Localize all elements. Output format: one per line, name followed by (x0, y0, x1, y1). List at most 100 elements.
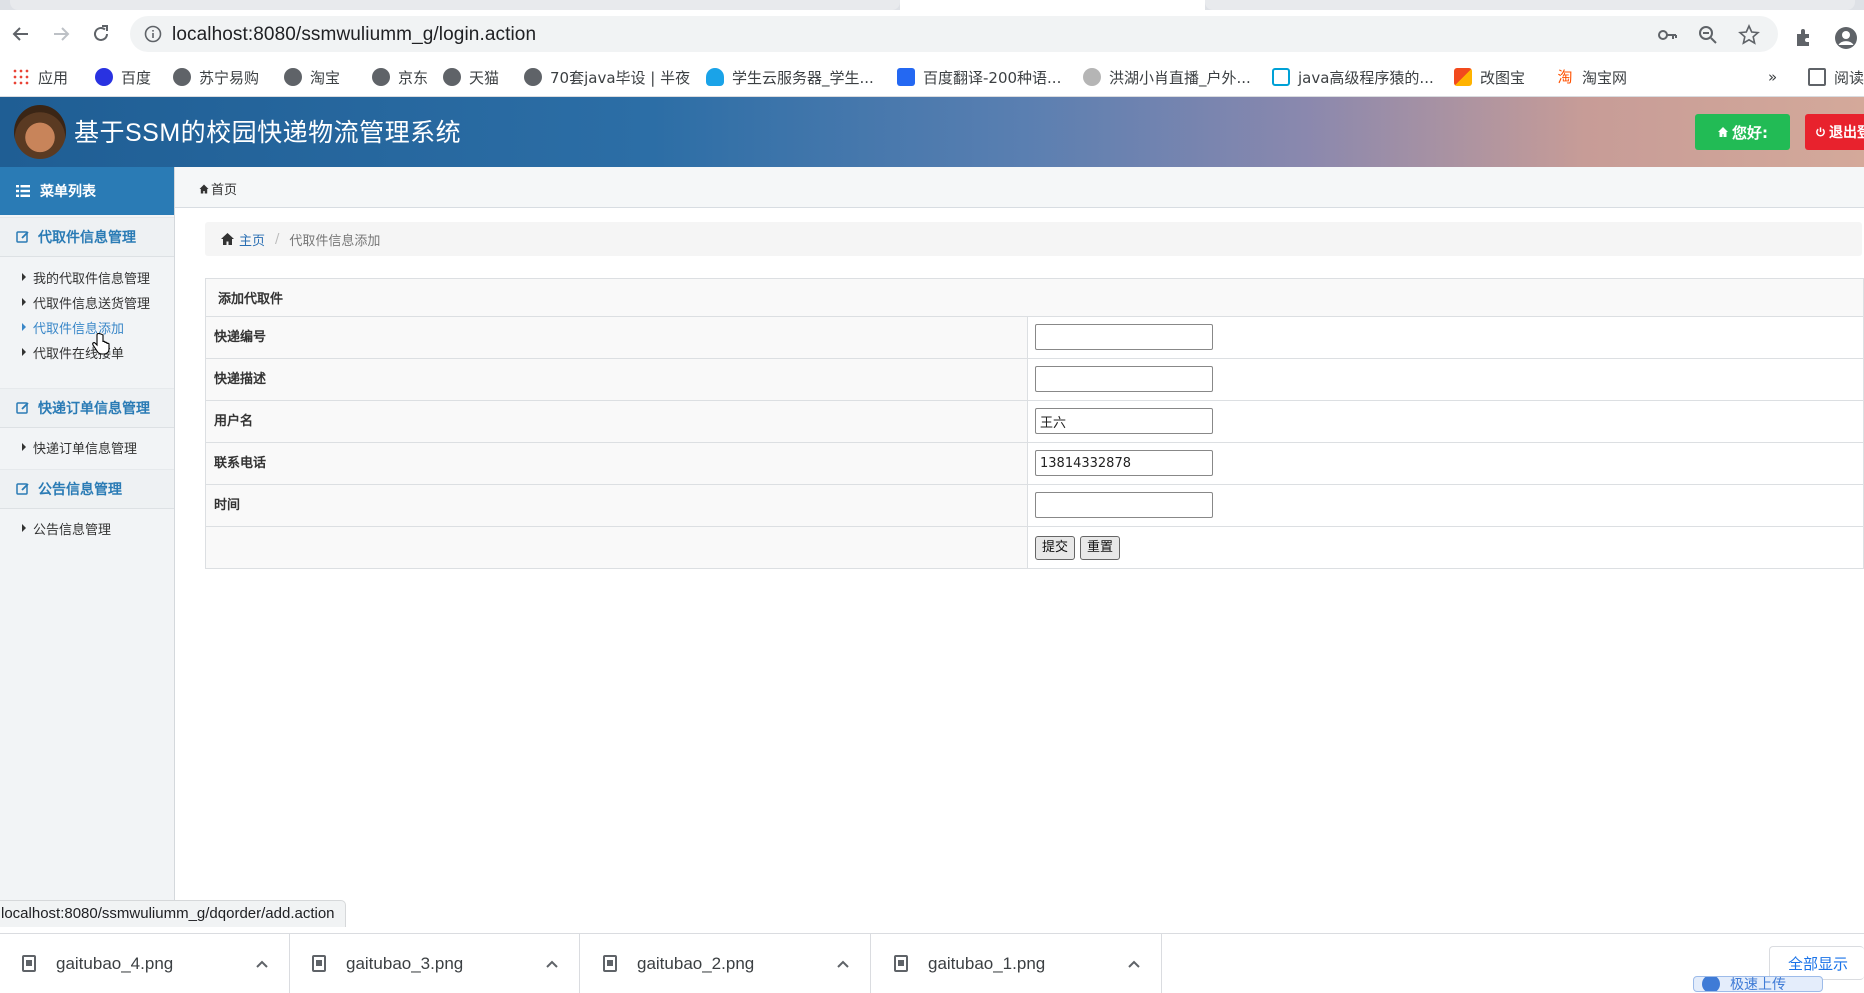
link-status-bar: localhost:8080/ssmwuliumm_g/dqorder/add.… (0, 900, 346, 927)
tracking-no-input[interactable] (1035, 324, 1213, 350)
show-all-downloads-button[interactable]: 全部显示 (1769, 946, 1864, 980)
bookmark-gaitubao[interactable]: 改图宝 (1454, 66, 1525, 88)
globe-icon (284, 68, 302, 86)
bookmark-star-icon[interactable] (1738, 24, 1760, 46)
user-greeting-button[interactable]: 您好: (1695, 114, 1790, 150)
logout-button[interactable]: 退出登录 (1805, 114, 1864, 150)
list-icon (16, 185, 30, 197)
more-bookmarks-button[interactable]: » (1768, 66, 1777, 88)
field-label-username: 用户名 (205, 400, 1028, 443)
bilibili-icon (1272, 68, 1290, 86)
bookmark-honghu-live[interactable]: 洪湖小肖直播_户外... (1083, 66, 1251, 88)
bookmark-taobao[interactable]: 淘宝 (284, 66, 340, 88)
bird-icon (1083, 68, 1101, 86)
taobao-icon: 淘 (1556, 68, 1574, 86)
app-logo (14, 105, 66, 159)
app-title: 基于SSM的校园快递物流管理系统 (74, 119, 462, 147)
sidebar-group-notices[interactable]: 公告信息管理 (0, 469, 174, 509)
browser-tab[interactable] (1205, 0, 1855, 10)
bookmark-tmall[interactable]: 天猫 (443, 66, 499, 88)
home-icon (199, 184, 209, 193)
app-header: 基于SSM的校园快递物流管理系统 您好: 退出登录 (0, 97, 1864, 167)
form-title: 添加代取件 (205, 278, 1864, 317)
time-input[interactable] (1035, 492, 1213, 518)
field-label-phone: 联系电话 (205, 442, 1028, 485)
back-button[interactable] (7, 20, 35, 48)
bookmark-student-cloud[interactable]: 学生云服务器_学生... (706, 66, 874, 88)
submit-button[interactable]: 提交 (1035, 536, 1076, 560)
bookmark-baidu[interactable]: 百度 (95, 66, 151, 88)
home-icon (221, 233, 234, 245)
reset-button[interactable]: 重置 (1080, 536, 1121, 560)
reload-button[interactable] (87, 20, 115, 48)
sidebar-item-notices[interactable]: 公告信息管理 (0, 513, 174, 543)
hand-cursor-icon (92, 333, 110, 355)
caret-right-icon (22, 323, 26, 331)
reading-list-icon (1808, 68, 1826, 86)
download-item[interactable]: gaitubao_2.png (581, 934, 871, 993)
chevron-up-icon[interactable] (253, 955, 271, 973)
gaitubao-icon (1454, 68, 1472, 86)
forward-button[interactable] (47, 20, 75, 48)
phone-input[interactable] (1035, 450, 1213, 476)
caret-right-icon (22, 298, 26, 306)
sidebar-group-orders[interactable]: 快递订单信息管理 (0, 388, 174, 428)
browser-tab-active[interactable] (900, 0, 1205, 10)
top-subnav: 首页 (175, 167, 1864, 208)
address-bar[interactable]: localhost:8080/ssmwuliumm_g/login.action (130, 16, 1778, 52)
power-icon (1816, 127, 1825, 137)
download-item[interactable]: gaitubao_1.png (872, 934, 1162, 993)
field-label-description: 快递描述 (205, 358, 1028, 401)
image-file-icon (22, 955, 36, 972)
form-row: 用户名 (205, 400, 1864, 443)
image-file-icon (603, 955, 617, 972)
baidu-paw-icon (95, 68, 113, 86)
bookmark-java-projects[interactable]: 70套java毕设 | 半夜 (524, 66, 690, 88)
home-icon (1718, 127, 1728, 137)
edit-icon (16, 231, 29, 243)
menu-list-header: 菜单列表 (0, 167, 174, 215)
breadcrumb: 主页 / 代取件信息添加 (205, 222, 1862, 256)
edit-icon (16, 483, 29, 495)
download-item[interactable]: gaitubao_4.png (0, 934, 290, 993)
cloud-icon (706, 68, 724, 86)
caret-right-icon (22, 273, 26, 281)
bookmark-taobao-net[interactable]: 淘淘宝网 (1556, 66, 1627, 88)
fast-upload-widget[interactable]: 极速上传 (1693, 976, 1823, 992)
sidebar-item-pickup-online[interactable]: 代取件在线接单 (0, 337, 174, 367)
subnav-home-link[interactable]: 首页 (199, 179, 237, 198)
browser-tab[interactable] (10, 0, 900, 10)
sidebar-item-orders[interactable]: 快递订单信息管理 (0, 432, 174, 462)
bookmark-suning[interactable]: 苏宁易购 (173, 66, 259, 88)
zoom-out-icon[interactable] (1697, 24, 1719, 46)
image-file-icon (894, 955, 908, 972)
bookmark-bilibili[interactable]: java高级程序猿的... (1272, 66, 1434, 88)
bookmark-jd[interactable]: 京东 (372, 66, 428, 88)
breadcrumb-current: 代取件信息添加 (289, 233, 381, 249)
description-input[interactable] (1035, 366, 1213, 392)
caret-right-icon (22, 524, 26, 532)
form-row: 时间 (205, 484, 1864, 527)
extensions-puzzle-icon[interactable] (1793, 26, 1817, 50)
apps-grid-icon (12, 68, 30, 86)
site-info-icon[interactable] (144, 25, 162, 43)
username-input[interactable] (1035, 408, 1213, 434)
download-item[interactable]: gaitubao_3.png (290, 934, 580, 993)
caret-right-icon (22, 443, 26, 451)
chevron-up-icon[interactable] (1125, 955, 1143, 973)
chevron-up-icon[interactable] (834, 955, 852, 973)
caret-right-icon (22, 348, 26, 356)
bookmark-apps[interactable]: 应用 (12, 66, 68, 88)
profile-avatar-icon[interactable] (1834, 26, 1858, 50)
bookmark-reading-list[interactable]: 阅读 (1808, 66, 1864, 88)
sidebar-group-pickup[interactable]: 代取件信息管理 (0, 217, 174, 257)
download-shelf: gaitubao_4.png gaitubao_3.png gaitubao_2… (0, 933, 1864, 993)
breadcrumb-home-link[interactable]: 主页 (220, 230, 265, 249)
back-arrow-icon (12, 27, 28, 41)
address-url[interactable]: localhost:8080/ssmwuliumm_g/login.action (172, 24, 536, 46)
chevron-up-icon[interactable] (543, 955, 561, 973)
key-icon[interactable] (1656, 24, 1678, 46)
sidebar: 菜单列表 代取件信息管理 我的代取件信息管理 代取件信息送货管理 代取件信息添加… (0, 167, 175, 900)
bookmark-baidu-translate[interactable]: 百度翻译-200种语... (897, 66, 1061, 88)
bookmarks-bar: 应用 百度 苏宁易购 淘宝 京东 天猫 70套java毕设 | 半夜 学生云服务… (0, 58, 1864, 97)
